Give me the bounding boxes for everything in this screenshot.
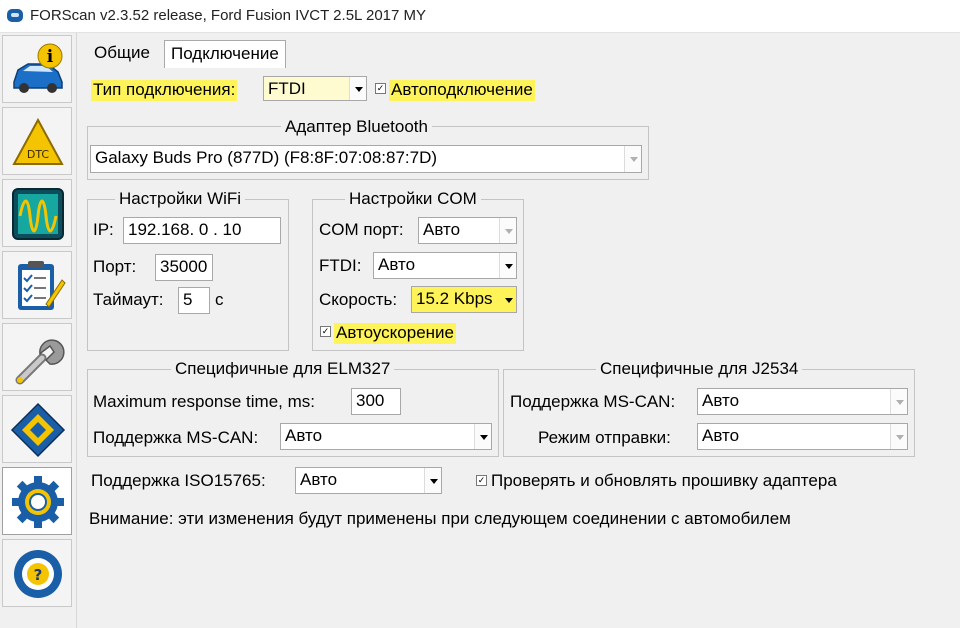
port-label: Порт:: [93, 257, 137, 276]
bluetooth-group-title: Адаптер Bluetooth: [281, 117, 432, 137]
timeout-unit: с: [215, 290, 224, 309]
autoboost-label: Автоускорение: [334, 323, 456, 344]
send-mode-select[interactable]: Авто: [697, 423, 908, 450]
chevron-down-icon: [499, 287, 516, 312]
chevron-down-icon: [890, 389, 907, 414]
tab-connection[interactable]: Подключение: [164, 40, 286, 68]
sidebar-item-checklist[interactable]: [2, 251, 72, 319]
svg-text:i: i: [47, 47, 54, 67]
wifi-group-title: Настройки WiFi: [115, 189, 246, 209]
firmware-update-checkbox[interactable]: ✓: [476, 475, 487, 486]
autoconnect-checkbox[interactable]: ✓: [375, 83, 386, 94]
ftdi-select[interactable]: Авто: [373, 252, 517, 279]
bluetooth-device-select[interactable]: Galaxy Buds Pro (877D) (F8:8F:07:08:87:7…: [90, 145, 642, 173]
iso15765-value: Авто: [300, 470, 338, 489]
chevron-down-icon: [474, 424, 491, 449]
ftdi-label: FTDI:: [319, 256, 362, 275]
sidebar-item-service[interactable]: [2, 323, 72, 391]
sidebar-item-vehicle-info[interactable]: i: [2, 35, 72, 103]
notice-text: Внимание: эти изменения будут применены …: [89, 509, 791, 528]
timeout-field[interactable]: 5: [178, 287, 210, 314]
port-field[interactable]: 35000: [155, 254, 213, 281]
j2534-group-title: Специфичные для J2534: [596, 359, 803, 379]
com-group-title: Настройки COM: [345, 189, 481, 209]
response-time-field[interactable]: 300: [351, 388, 401, 415]
firmware-update-label: Проверять и обновлять прошивку адаптера: [491, 471, 837, 490]
module-chip-icon: [10, 402, 66, 458]
connection-type-select[interactable]: FTDI: [263, 76, 367, 101]
send-mode-label: Режим отправки:: [538, 428, 671, 447]
elm-mscan-label: Поддержка MS-CAN:: [93, 428, 259, 447]
chevron-down-icon: [890, 424, 907, 449]
sidebar: i DTC ?: [0, 33, 77, 628]
sidebar-item-help[interactable]: ?: [2, 539, 72, 607]
svg-text:DTC: DTC: [27, 148, 50, 161]
tab-general[interactable]: Общие: [88, 40, 156, 68]
vehicle-info-icon: i: [13, 43, 63, 93]
ftdi-value: Авто: [378, 255, 416, 274]
app-logo-icon: [7, 9, 23, 22]
speed-select[interactable]: 15.2 Kbps: [411, 286, 517, 313]
connection-type-label: Тип подключения:: [91, 80, 238, 101]
chevron-down-icon: [349, 77, 366, 100]
speed-value: 15.2 Kbps: [416, 289, 493, 308]
connection-type-value: FTDI: [268, 79, 306, 98]
settings-gear-icon: [12, 476, 64, 528]
com-port-select[interactable]: Авто: [418, 217, 517, 244]
speed-label: Скорость:: [319, 290, 398, 309]
window-title: FORScan v2.3.52 release, Ford Fusion IVC…: [30, 7, 427, 24]
svg-text:?: ?: [34, 566, 43, 584]
com-port-label: COM порт:: [319, 220, 404, 239]
title-bar: FORScan v2.3.52 release, Ford Fusion IVC…: [0, 0, 960, 33]
elm-mscan-value: Авто: [285, 426, 323, 445]
j2534-mscan-value: Авто: [702, 391, 740, 410]
bluetooth-device-value: Galaxy Buds Pro (877D) (F8:8F:07:08:87:7…: [95, 148, 438, 167]
j2534-mscan-label: Поддержка MS-CAN:: [510, 392, 676, 411]
chevron-down-icon: [424, 468, 441, 493]
sidebar-item-dtc[interactable]: DTC: [2, 107, 72, 175]
checklist-icon: [18, 261, 66, 310]
autoboost-checkbox[interactable]: ✓: [320, 326, 331, 337]
ip-label: IP:: [93, 220, 114, 239]
iso15765-select[interactable]: Авто: [295, 467, 442, 494]
chevron-down-icon: [499, 253, 516, 278]
ip-address-field[interactable]: 192.168. 0 . 10: [123, 217, 281, 244]
sidebar-item-modules[interactable]: [2, 395, 72, 463]
j2534-mscan-select[interactable]: Авто: [697, 388, 908, 415]
service-wrench-icon: [15, 339, 65, 385]
sidebar-item-oscilloscope[interactable]: [2, 179, 72, 247]
autoconnect-label: Автоподключение: [389, 80, 535, 101]
dtc-icon: DTC: [12, 117, 64, 165]
elm-mscan-select[interactable]: Авто: [280, 423, 492, 450]
iso15765-label: Поддержка ISO15765:: [91, 471, 266, 490]
help-steering-wheel-icon: ?: [14, 550, 62, 598]
elm327-group-title: Специфичные для ELM327: [171, 359, 395, 379]
send-mode-value: Авто: [702, 426, 740, 445]
chevron-down-icon: [624, 146, 641, 172]
com-port-value: Авто: [423, 220, 461, 239]
oscilloscope-icon: [12, 188, 64, 240]
timeout-label: Таймаут:: [93, 290, 164, 309]
response-time-label: Maximum response time, ms:: [93, 392, 315, 411]
chevron-down-icon: [499, 218, 516, 243]
sidebar-item-settings[interactable]: [2, 467, 72, 535]
